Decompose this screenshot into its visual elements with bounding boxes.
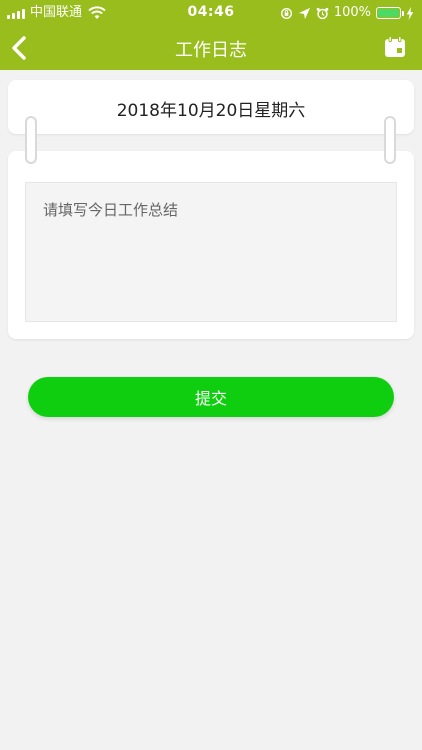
battery-percent: 100% — [333, 5, 371, 20]
submit-button[interactable]: 提交 — [28, 377, 394, 417]
rotation-lock-icon — [280, 7, 292, 19]
battery-icon — [376, 7, 404, 19]
nav-bar: 工作日志 — [0, 26, 422, 70]
date-card: 2018年10月20日星期六 — [8, 80, 414, 134]
work-summary-input[interactable] — [25, 182, 397, 322]
charging-icon — [406, 6, 414, 20]
summary-card — [8, 151, 414, 339]
status-right: 100% — [280, 5, 414, 21]
alarm-icon — [316, 7, 329, 19]
binder-ring-right — [384, 116, 396, 164]
status-bar: 中国联通 04:46 100% — [0, 0, 422, 26]
binder-ring-left — [25, 116, 37, 164]
location-icon — [298, 7, 310, 19]
selected-date: 2018年10月20日星期六 — [116, 101, 306, 121]
page-title: 工作日志 — [175, 40, 247, 61]
calendar-icon[interactable] — [384, 36, 406, 58]
